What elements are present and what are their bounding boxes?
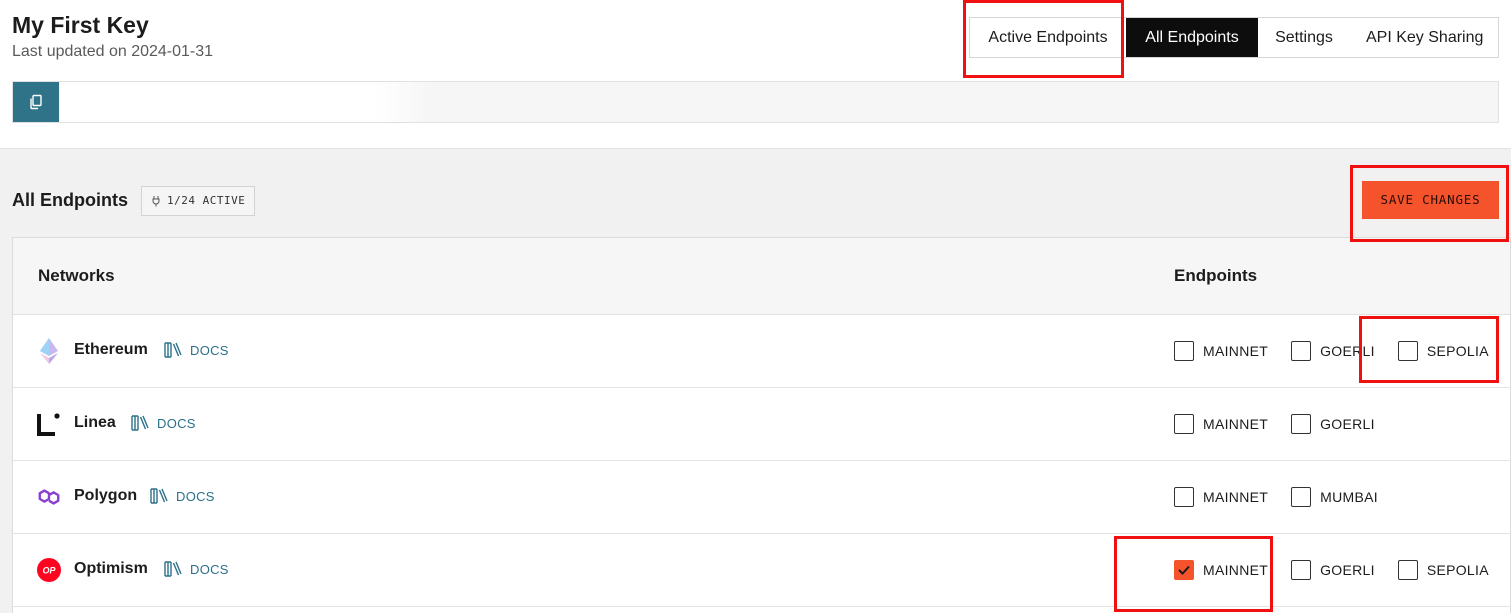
endpoint-sepolia[interactable]: SEPOLIA xyxy=(1397,341,1489,361)
endpoint-label: GOERLI xyxy=(1320,343,1375,359)
endpoint-checkbox[interactable] xyxy=(1397,341,1418,361)
network-row-polygon: Polygon DOCS MAINNET MUMBAI xyxy=(13,461,1510,534)
checkmark-icon xyxy=(1178,565,1190,575)
ethereum-icon xyxy=(37,338,61,364)
endpoint-checkbox[interactable] xyxy=(1291,341,1312,361)
books-icon xyxy=(164,342,182,358)
books-icon xyxy=(164,561,182,577)
endpoint-mainnet[interactable]: MAINNET xyxy=(1174,560,1268,580)
docs-link-linea[interactable]: DOCS xyxy=(130,414,196,432)
docs-link-polygon[interactable]: DOCS xyxy=(149,487,215,505)
endpoint-mainnet[interactable]: MAINNET xyxy=(1174,487,1268,507)
active-count-text: 1/24 ACTIVE xyxy=(167,194,246,207)
plug-icon xyxy=(152,196,160,207)
endpoint-label: MAINNET xyxy=(1203,489,1269,505)
endpoint-label: GOERLI xyxy=(1320,562,1375,578)
endpoint-mainnet[interactable]: MAINNET xyxy=(1174,341,1268,361)
endpoint-goerli[interactable]: GOERLI xyxy=(1291,414,1375,434)
endpoint-options: MAINNET GOERLI SEPOLIA xyxy=(1174,341,1511,361)
books-icon xyxy=(131,415,149,431)
api-key-redacted xyxy=(60,82,430,122)
tab-all-endpoints[interactable]: All Endpoints xyxy=(1126,18,1258,57)
books-icon xyxy=(150,488,168,504)
endpoint-checkbox[interactable] xyxy=(1291,487,1312,507)
optimism-icon-text: OP xyxy=(42,566,56,576)
page-title: My First Key xyxy=(12,12,149,38)
endpoint-checkbox[interactable] xyxy=(1291,560,1312,580)
optimism-icon: OP xyxy=(37,558,61,582)
endpoint-options: MAINNET GOERLI xyxy=(1174,414,1398,434)
key-header: My First Key Last updated on 2024-01-31 … xyxy=(0,0,1511,148)
endpoint-checkbox-checked[interactable] xyxy=(1174,560,1194,580)
endpoint-label: MUMBAI xyxy=(1320,489,1378,505)
tab-api-key-sharing[interactable]: API Key Sharing xyxy=(1350,18,1498,57)
endpoint-label: GOERLI xyxy=(1320,416,1375,432)
endpoint-sepolia[interactable]: SEPOLIA xyxy=(1397,560,1489,580)
endpoint-label: SEPOLIA xyxy=(1426,343,1489,359)
endpoint-options: MAINNET GOERLI SEPOLIA xyxy=(1174,560,1511,580)
section-title: All Endpoints xyxy=(12,190,128,210)
endpoint-mainnet[interactable]: MAINNET xyxy=(1174,414,1268,434)
docs-link-optimism[interactable]: DOCS xyxy=(163,560,229,578)
endpoint-label: MAINNET xyxy=(1203,562,1269,578)
endpoint-checkbox[interactable] xyxy=(1174,487,1194,507)
endpoint-checkbox[interactable] xyxy=(1174,341,1194,361)
network-row-optimism: OP Optimism DOCS MAINNET GOERLI SEPOLIA xyxy=(13,534,1510,607)
docs-label: DOCS xyxy=(176,488,215,504)
network-name: Polygon xyxy=(74,487,138,504)
endpoint-options: MAINNET MUMBAI xyxy=(1174,487,1401,507)
table-header: Networks Endpoints xyxy=(13,238,1510,315)
endpoint-label: SEPOLIA xyxy=(1426,562,1489,578)
all-endpoints-section: All Endpoints 1/24 ACTIVE SAVE CHANGES N… xyxy=(0,148,1511,613)
linea-icon xyxy=(37,412,61,436)
copy-key-button[interactable] xyxy=(13,82,59,122)
endpoint-mumbai[interactable]: MUMBAI xyxy=(1291,487,1378,507)
docs-label: DOCS xyxy=(190,342,229,358)
networks-column-header: Networks xyxy=(38,266,115,285)
endpoint-goerli[interactable]: GOERLI xyxy=(1291,560,1375,580)
endpoints-table: Networks Endpoints Ethereum DOCS MAINNET… xyxy=(12,237,1511,613)
endpoint-checkbox[interactable] xyxy=(1174,414,1194,434)
endpoint-checkbox[interactable] xyxy=(1291,414,1312,434)
tab-active-endpoints[interactable]: Active Endpoints xyxy=(970,18,1126,57)
network-name: Optimism xyxy=(74,560,148,577)
view-tabs: Active Endpoints All Endpoints Settings … xyxy=(969,17,1499,58)
docs-link-ethereum[interactable]: DOCS xyxy=(163,341,229,359)
network-name: Linea xyxy=(74,414,116,431)
endpoint-label: MAINNET xyxy=(1203,343,1269,359)
save-changes-button[interactable]: SAVE CHANGES xyxy=(1362,181,1499,219)
network-name: Ethereum xyxy=(74,341,148,358)
last-updated-text: Last updated on 2024-01-31 xyxy=(12,43,214,60)
endpoint-checkbox[interactable] xyxy=(1397,560,1418,580)
tab-settings[interactable]: Settings xyxy=(1258,18,1350,57)
endpoint-goerli[interactable]: GOERLI xyxy=(1291,341,1375,361)
active-count-badge: 1/24 ACTIVE xyxy=(141,186,256,216)
network-row-ethereum: Ethereum DOCS MAINNET GOERLI SEPOLIA xyxy=(13,315,1510,388)
docs-label: DOCS xyxy=(157,415,196,431)
api-key-field xyxy=(12,81,1499,123)
endpoints-column-header: Endpoints xyxy=(1174,266,1258,285)
endpoint-label: MAINNET xyxy=(1203,416,1269,432)
polygon-icon xyxy=(37,485,61,509)
copy-icon xyxy=(30,94,42,110)
docs-label: DOCS xyxy=(190,561,229,577)
network-row-linea: Linea DOCS MAINNET GOERLI xyxy=(13,388,1510,461)
